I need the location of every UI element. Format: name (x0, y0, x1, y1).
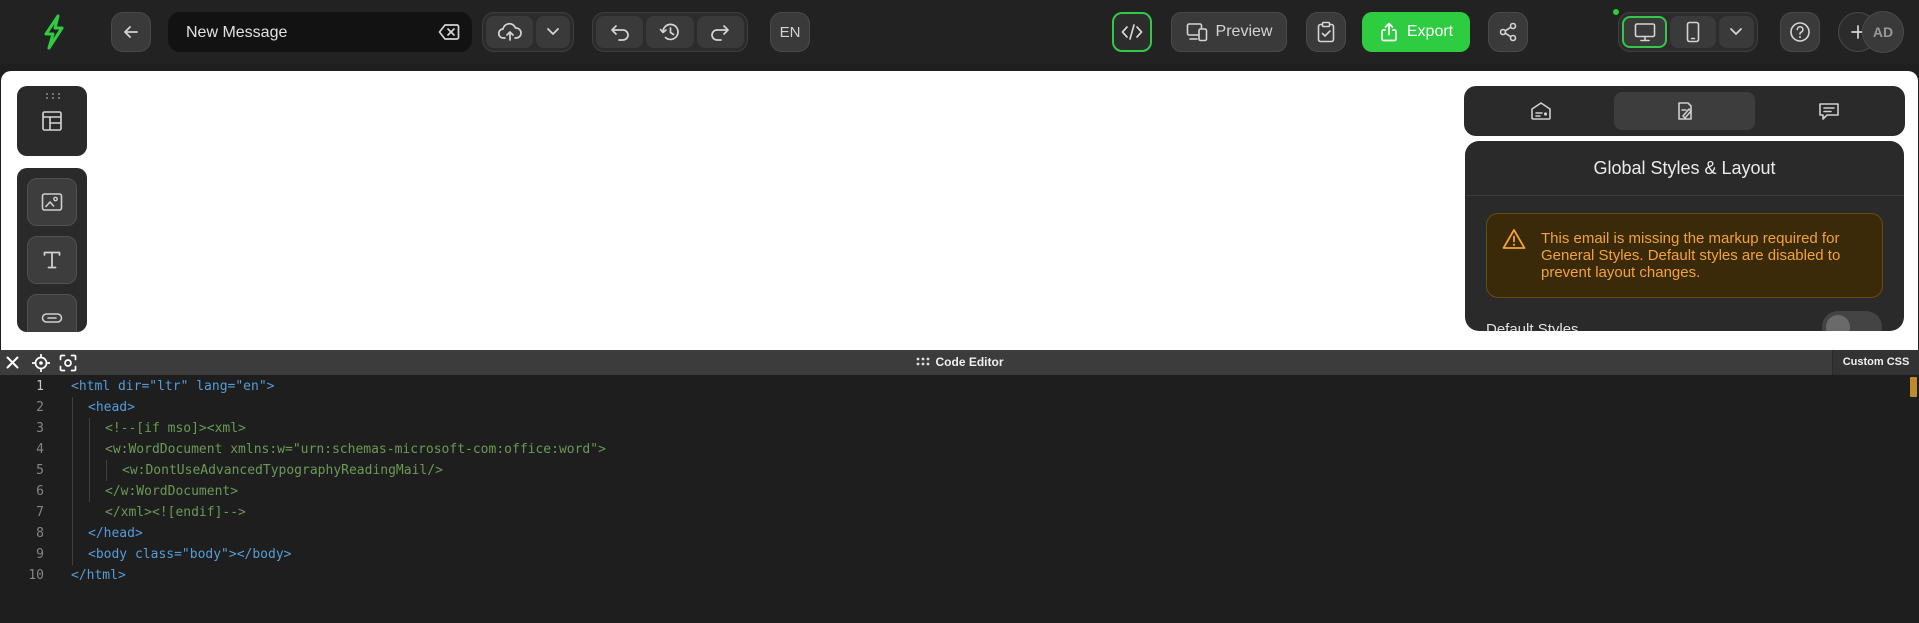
cloud-upload-icon (497, 22, 522, 42)
code-icon (1121, 23, 1143, 41)
line-number: 2 (36, 400, 44, 415)
redo-icon (710, 23, 730, 41)
undo-button[interactable] (596, 16, 644, 48)
status-dot (1613, 9, 1619, 15)
scrollbar-marker[interactable] (1910, 377, 1917, 397)
clipboard-check-icon (1316, 21, 1336, 43)
button-icon (41, 311, 63, 325)
upload-button[interactable] (486, 16, 534, 48)
image-block-button[interactable] (27, 178, 77, 226)
preview-button[interactable]: Preview (1171, 12, 1287, 52)
history-group (592, 12, 748, 52)
undo-icon (610, 23, 630, 41)
device-group (1618, 12, 1758, 52)
code-line: <head> (88, 400, 135, 415)
bolt-logo-icon[interactable] (38, 14, 70, 50)
save-group (482, 12, 574, 52)
code-line: <html dir="ltr" lang="en"> (71, 379, 275, 394)
code-editor-title: Code Editor (0, 350, 1919, 375)
grip-icon[interactable] (916, 357, 930, 366)
language-button[interactable]: EN (770, 12, 810, 52)
tab-global-styles[interactable] (1614, 92, 1755, 130)
code-editor[interactable]: 1 2 3 4 5 6 7 8 9 10 <html dir="ltr" lan… (0, 375, 1919, 623)
save-options-button[interactable] (536, 16, 570, 48)
back-arrow-icon (122, 23, 140, 41)
text-block-button[interactable] (27, 236, 77, 284)
tab-comments[interactable] (1758, 92, 1899, 130)
settings-tabs (1464, 86, 1905, 136)
text-icon (42, 250, 62, 270)
code-line: <w:DontUseAdvancedTypographyReadingMail/… (122, 463, 443, 478)
chevron-down-icon (546, 27, 560, 37)
export-label: Export (1406, 23, 1454, 40)
message-title-field (168, 12, 472, 54)
image-icon (41, 192, 63, 212)
tab-template[interactable] (1470, 92, 1611, 130)
line-number: 10 (28, 568, 44, 583)
test-button[interactable] (1306, 12, 1346, 52)
code-line: </w:WordDocument> (105, 484, 239, 499)
help-icon (1789, 21, 1811, 43)
chevron-down-icon (1729, 27, 1743, 37)
history-icon (659, 22, 681, 42)
default-styles-label: Default Styles (1486, 321, 1579, 331)
devices-icon (1186, 22, 1208, 42)
code-editor-header: Code Editor Custom CSS (0, 350, 1919, 375)
desktop-view-button[interactable] (1622, 16, 1668, 48)
toggle-knob (1826, 315, 1850, 331)
line-number: 3 (36, 421, 44, 436)
template-icon (1530, 101, 1552, 121)
code-line: <!--[if mso]><xml> (105, 421, 246, 436)
share-button[interactable] (1488, 12, 1528, 52)
warning-text: This email is missing the markup require… (1541, 230, 1841, 281)
code-line: </head> (88, 526, 143, 541)
panel-title: Global Styles & Layout (1465, 141, 1904, 196)
line-number: 1 (36, 379, 44, 394)
content-blocks-panel (17, 168, 87, 332)
export-button[interactable]: Export (1362, 12, 1470, 52)
code-line: </html> (71, 568, 126, 583)
desktop-icon (1634, 22, 1656, 42)
style-icon (1674, 100, 1696, 122)
line-number: 6 (36, 484, 44, 499)
mobile-view-button[interactable] (1670, 16, 1716, 48)
back-button[interactable] (111, 12, 151, 52)
grip-icon[interactable] (45, 92, 61, 100)
clear-icon[interactable] (438, 22, 460, 42)
top-toolbar: EN Preview Export AD (0, 0, 1919, 64)
button-block-button[interactable] (27, 294, 77, 332)
mobile-icon (1686, 21, 1700, 43)
code-line: <w:WordDocument xmlns:w="urn:schemas-mic… (105, 442, 606, 457)
comment-icon (1818, 101, 1840, 121)
indent-guide (89, 418, 90, 502)
layout-icon[interactable] (41, 110, 63, 132)
indent-guide (106, 460, 107, 481)
line-number: 7 (36, 505, 44, 520)
line-number: 5 (36, 463, 44, 478)
code-editor-toggle[interactable] (1112, 12, 1152, 52)
line-number: 8 (36, 526, 44, 541)
warning-icon (1502, 228, 1526, 250)
code-editor-title-text: Code Editor (935, 355, 1004, 369)
custom-css-button[interactable]: Custom CSS (1832, 350, 1919, 375)
share-icon (1498, 22, 1518, 42)
indent-guide (72, 397, 73, 565)
avatar[interactable]: AD (1862, 11, 1904, 53)
warning-alert: This email is missing the markup require… (1486, 213, 1883, 298)
message-title-input[interactable] (184, 12, 428, 54)
upload-icon (1379, 22, 1399, 42)
line-number: 9 (36, 547, 44, 562)
help-button[interactable] (1780, 12, 1820, 52)
history-button[interactable] (646, 16, 694, 48)
redo-button[interactable] (696, 16, 744, 48)
global-styles-panel: Global Styles & Layout This email is mis… (1465, 141, 1904, 331)
code-line: <body class="body"></body> (88, 547, 292, 562)
default-styles-toggle[interactable] (1822, 311, 1882, 331)
code-line: </xml><![endif]--> (105, 505, 246, 520)
device-options-button[interactable] (1718, 16, 1755, 48)
line-number: 4 (36, 442, 44, 457)
layout-tool-panel (17, 86, 87, 156)
preview-label: Preview (1215, 23, 1273, 40)
